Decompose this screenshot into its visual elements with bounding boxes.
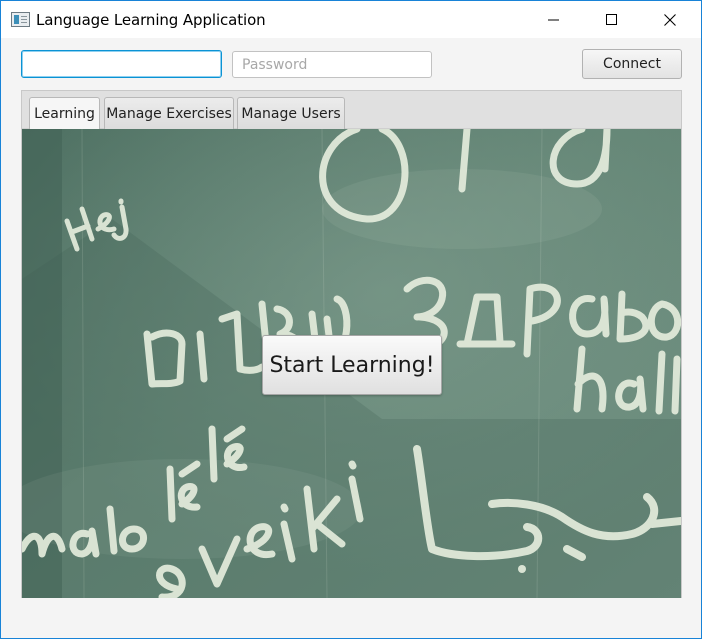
tab-learning[interactable]: Learning [29,97,100,130]
window-title: Language Learning Application [36,11,266,29]
minimize-icon [548,19,559,20]
title-bar[interactable]: Language Learning Application [1,1,701,38]
tab-manage-users-label: Manage Users [241,105,341,122]
tab-manage-users[interactable]: Manage Users [237,97,345,129]
maximize-icon [606,13,617,25]
tab-manage-exercises-label: Manage Exercises [106,105,232,122]
connect-button[interactable]: Connect [582,49,682,79]
tab-learning-label: Learning [34,106,95,122]
application-window: Language Learning Application Connect Le… [0,0,702,639]
minimize-button[interactable] [531,1,577,38]
tab-header: Learning Manage Exercises Manage Users [22,91,681,130]
close-icon [664,13,676,26]
tab-manage-exercises[interactable]: Manage Exercises [104,97,234,129]
connect-button-label: Connect [603,56,661,72]
start-learning-button[interactable]: Start Learning! [262,335,442,395]
username-field[interactable] [21,50,222,78]
close-button[interactable] [647,1,693,38]
start-learning-label: Start Learning! [269,352,435,378]
maximize-button[interactable] [589,1,635,38]
learning-tab-content: Start Learning! [22,129,681,598]
main-tab-pane: Learning Manage Exercises Manage Users S… [21,90,682,598]
password-field[interactable] [232,51,432,78]
app-window-icon [11,12,30,27]
